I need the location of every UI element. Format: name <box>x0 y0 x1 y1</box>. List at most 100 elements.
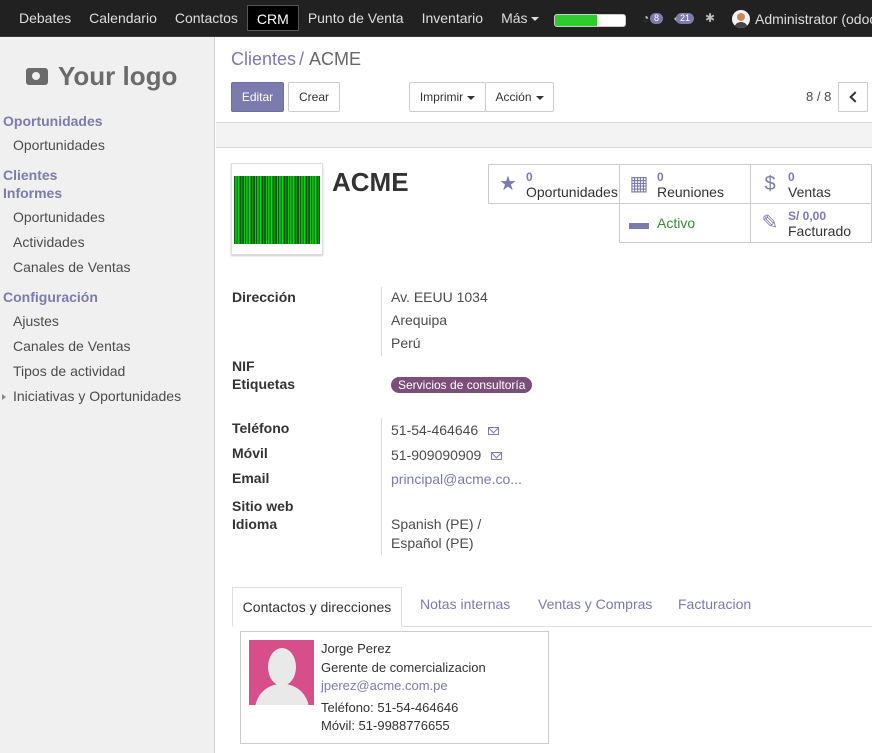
tab-contactos-y-direcciones[interactable]: Contactos y direcciones <box>232 587 402 627</box>
caret-down-icon <box>535 95 544 100</box>
website-label: Sitio web <box>232 498 294 514</box>
caret-down-icon <box>467 95 476 100</box>
sidebar-item-iniciativas-y-oportunidades[interactable]: Iniciativas y Oportunidades <box>13 388 181 404</box>
user-avatar <box>732 10 750 28</box>
chat-badge: 8 <box>650 13 664 24</box>
tag-badge[interactable]: Servicios de consultoría <box>391 377 533 393</box>
tags-label: Etiquetas <box>232 376 296 392</box>
field-divider <box>381 287 382 356</box>
sidebar-item-canales-de-ventas[interactable]: Canales de Ventas <box>13 259 131 275</box>
menu-crm[interactable]: CRM <box>246 5 299 31</box>
user-menu[interactable]: Administrator (odoo_ <box>732 10 872 28</box>
menu-calendario[interactable]: Calendario <box>80 5 166 31</box>
nif-label: NIF <box>232 358 255 374</box>
sidebar-item-config-canales-de-ventas[interactable]: Canales de Ventas <box>13 338 131 354</box>
logo-text: Your logo <box>58 61 178 91</box>
smart-value: S/ 0,00 <box>788 209 827 223</box>
menu-mas-label: Más <box>501 10 528 26</box>
address-label: Dirección <box>232 289 296 305</box>
action-label: Acción <box>495 90 532 104</box>
user-name: Administrator (odoo_ <box>755 11 872 27</box>
avatar-head <box>268 648 296 686</box>
smart-label: Activo <box>657 215 696 231</box>
contact-avatar <box>249 640 314 705</box>
top-navbar: Debates Calendario Contactos CRM Punto d… <box>0 0 872 37</box>
sidebar-item-oportunidades[interactable]: Oportunidades <box>13 137 105 153</box>
smart-button-ventas[interactable]: $ 0 Ventas <box>750 164 872 204</box>
address-city: Arequipa <box>391 312 448 328</box>
sidebar-item-actividades[interactable]: Actividades <box>13 234 85 250</box>
mobile-label: Móvil <box>232 445 268 461</box>
menu-contactos[interactable]: Contactos <box>166 5 247 31</box>
contact-mobile: Móvil: 51-9988776655 <box>321 718 450 733</box>
smart-label: Oportunidades <box>526 184 618 200</box>
caret-down-icon <box>530 17 539 22</box>
email-link[interactable]: principal@acme.co... <box>391 471 522 487</box>
create-button[interactable]: Crear <box>288 82 340 112</box>
smart-label: Facturado <box>788 223 852 239</box>
progress-bar <box>554 14 626 27</box>
sidebar-header-informes[interactable]: Informes <box>3 185 62 201</box>
language-value-line1: Spanish (PE) / <box>391 516 482 532</box>
sms-icon[interactable] <box>491 452 503 461</box>
progress-fill <box>555 15 597 26</box>
calendar-icon: ▦ <box>629 173 649 195</box>
menu-punto-de-venta[interactable]: Punto de Venta <box>299 5 413 31</box>
partner-image[interactable] <box>231 163 323 255</box>
breadcrumb-parent[interactable]: Clientes <box>231 49 296 69</box>
phone-number[interactable]: 51-54-464646 <box>391 422 478 438</box>
menu-mas[interactable]: Más <box>492 5 547 31</box>
smart-button-reuniones[interactable]: ▦ 0 Reuniones <box>619 164 751 204</box>
sidebar-header-oportunidades[interactable]: Oportunidades <box>3 113 103 129</box>
contact-card[interactable]: Jorge Perez Gerente de comercializacion … <box>240 631 549 744</box>
pager-value[interactable]: 8 / 8 <box>806 89 831 104</box>
phone-label: Teléfono <box>232 420 290 436</box>
breadcrumb-current: ACME <box>309 49 362 69</box>
print-dropdown[interactable]: Imprimir <box>409 82 486 112</box>
caret-right-icon[interactable] <box>2 394 6 400</box>
tab-facturacion[interactable]: Facturacion <box>678 596 751 612</box>
avatar-body <box>255 684 309 705</box>
language-label: Idioma <box>232 516 278 532</box>
chat-icon[interactable]: ◔ <box>642 11 649 25</box>
address-street: Av. EEUU 1034 <box>391 289 488 305</box>
mobile-value: 51-909090909 <box>391 447 503 463</box>
sidebar-item-ajustes[interactable]: Ajustes <box>13 313 59 329</box>
smart-label: Ventas <box>788 184 831 200</box>
company-logo[interactable]: Your logo <box>26 61 177 92</box>
contact-email[interactable]: jperez@acme.com.pe <box>321 678 448 693</box>
language-value-line2: Español (PE) <box>391 535 474 551</box>
action-dropdown[interactable]: Acción <box>485 82 554 112</box>
bug-icon[interactable]: ✱ <box>705 11 715 25</box>
smart-button-facturado[interactable]: ✎ S/ 0,00 Facturado <box>750 203 872 243</box>
print-label: Imprimir <box>419 90 464 104</box>
smart-button-oportunidades[interactable]: ★ 0 Oportunidades <box>488 164 620 204</box>
menu-debates[interactable]: Debates <box>10 5 80 31</box>
edit-icon: ✎ <box>761 212 779 234</box>
tab-notas-internas[interactable]: Notas internas <box>420 596 510 612</box>
sidebar-header-clientes[interactable]: Clientes <box>3 167 57 183</box>
contact-name: Jorge Perez <box>321 641 392 656</box>
smart-value: 0 <box>657 170 664 184</box>
star-icon: ★ <box>499 173 517 195</box>
tab-ventas-y-compras[interactable]: Ventas y Compras <box>538 596 652 612</box>
smart-button-activo[interactable]: ▬ Activo <box>619 203 751 243</box>
sidebar-header-configuracion[interactable]: Configuración <box>3 289 98 305</box>
pager-previous-button[interactable] <box>838 82 868 112</box>
breadcrumb-separator: / <box>299 49 305 69</box>
sidebar-item-tipos-de-actividad[interactable]: Tipos de actividad <box>13 363 125 379</box>
address-country: Perú <box>391 335 421 351</box>
partner-name: ACME <box>332 167 409 197</box>
phone-value: 51-54-464646 <box>391 422 500 438</box>
smart-value: 0 <box>788 170 795 184</box>
dollar-icon: $ <box>764 173 776 195</box>
sms-icon[interactable] <box>488 427 500 436</box>
app-menu: Debates Calendario Contactos CRM Punto d… <box>10 0 548 36</box>
field-divider <box>381 418 382 555</box>
menu-inventario[interactable]: Inventario <box>413 5 492 31</box>
mobile-number[interactable]: 51-909090909 <box>391 447 481 463</box>
archive-icon: ▬ <box>629 212 649 234</box>
contact-phone: Teléfono: 51-54-464646 <box>321 700 459 715</box>
edit-button[interactable]: Editar <box>231 82 284 112</box>
sidebar-item-informes-oportunidades[interactable]: Oportunidades <box>13 209 105 225</box>
